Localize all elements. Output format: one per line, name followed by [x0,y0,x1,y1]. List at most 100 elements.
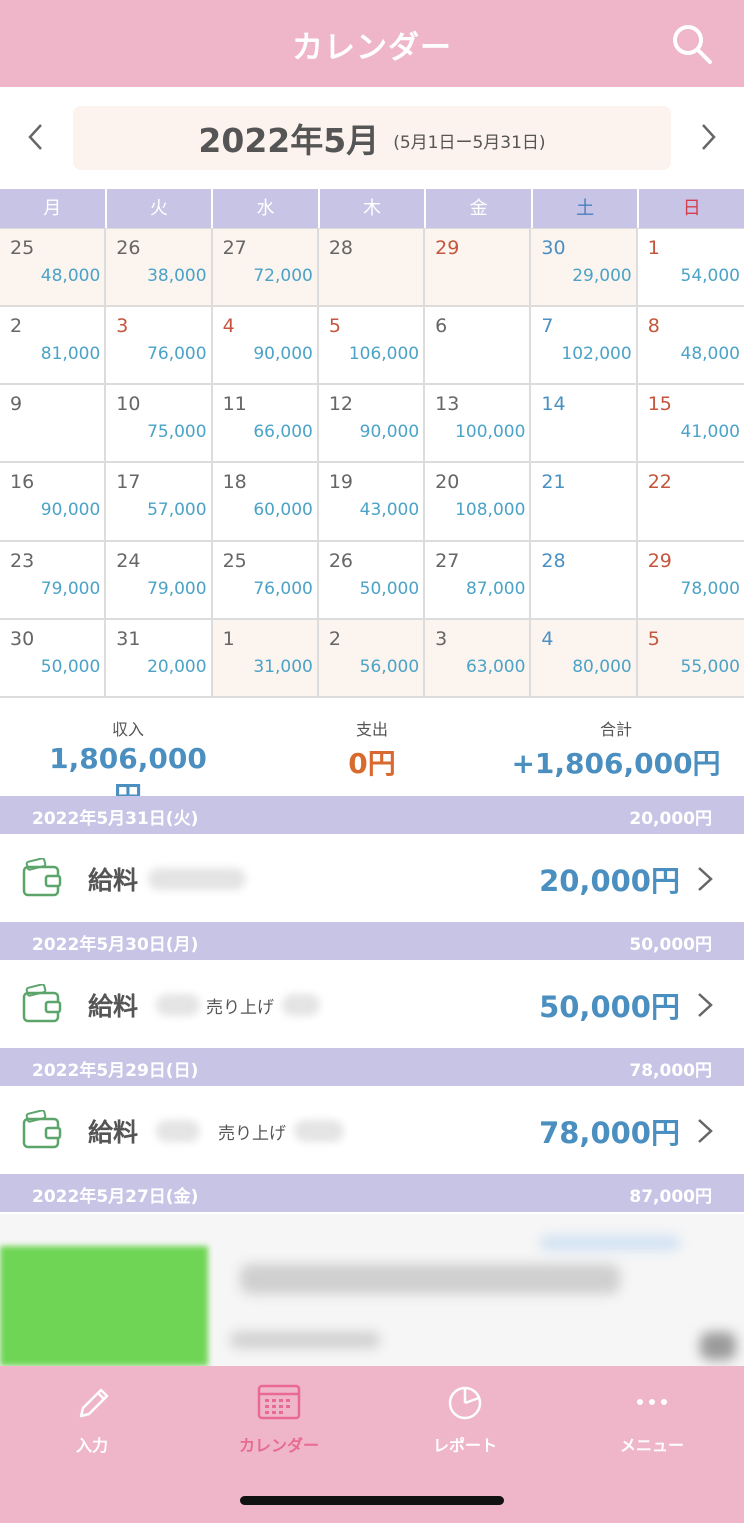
calendar-day-cell[interactable]: 25 76,000 [212,541,319,620]
day-amount: 106,000 [348,344,420,365]
search-button[interactable] [670,22,714,66]
date-section-header: 2022年5月29日(日) 78,000円 [0,1048,744,1086]
section-date: 2022年5月30日(月) [32,935,199,955]
day-number: 25 [222,549,247,572]
month-selector[interactable]: 2022年5月 (5月1日ー5月31日) [73,106,671,170]
tab-label: 入力 [75,1436,108,1455]
weekday-tue: 火 [107,189,214,228]
day-amount: 90,000 [253,344,313,365]
calendar-day-cell[interactable]: 2 56,000 [318,619,426,698]
tab-input[interactable]: 入力 [22,1382,162,1456]
more-dots-icon [637,1399,667,1405]
calendar-day-cell[interactable]: 28 [531,541,638,620]
calendar-day-cell[interactable]: 27 87,000 [425,541,532,620]
calendar-day-cell[interactable]: 23 79,000 [0,541,107,620]
ad-banner[interactable] [0,1214,744,1366]
day-amount: 55,000 [680,656,740,677]
calendar-day-cell[interactable]: 28 [318,229,426,308]
section-date: 2022年5月31日(火) [32,809,199,829]
day-number: 29 [647,549,672,572]
day-amount: 56,000 [359,656,420,677]
calendar-day-cell[interactable]: 22 [637,463,744,542]
day-amount: 57,000 [147,500,207,521]
day-amount: 29,000 [572,266,632,286]
calendar-day-cell[interactable]: 16 90,000 [0,463,107,542]
day-number: 24 [116,549,141,572]
day-amount: 63,000 [465,656,526,677]
day-number: 15 [647,393,672,416]
calendar-day-cell[interactable]: 7 102,000 [531,307,638,386]
wallet-icon [22,1110,62,1149]
transaction-row[interactable]: 給料 売り上げ 50,000円 [0,960,744,1048]
calendar-day-cell[interactable]: 6 [425,307,532,386]
chevron-left-icon [28,124,42,150]
calendar-day-cell[interactable]: 26 38,000 [106,229,213,308]
month-title: 2022年5月 [198,121,380,160]
day-number: 1 [222,627,235,650]
day-number: 26 [328,549,354,572]
day-number: 7 [541,315,554,338]
day-number: 27 [222,237,247,259]
prev-month-button[interactable] [16,117,56,157]
calendar-day-cell[interactable]: 29 [425,229,532,308]
calendar-day-cell[interactable]: 12 90,000 [318,385,426,464]
calendar-day-cell[interactable]: 30 50,000 [0,619,107,698]
calendar-day-cell[interactable]: 24 79,000 [106,541,213,620]
day-number: 10 [116,393,141,416]
section-date: 2022年5月29日(日) [32,1061,199,1081]
day-number: 21 [541,471,566,494]
total-label: 合計 [599,720,632,739]
day-amount: 72,000 [253,266,313,286]
transaction-row[interactable]: 給料 20,000円 [0,834,744,922]
calendar-day-cell[interactable]: 19 43,000 [318,463,426,542]
calendar-day-cell[interactable]: 30 29,000 [531,229,638,308]
transaction-category: 給料 [88,992,139,1021]
month-range: (5月1日ー5月31日) [393,132,546,153]
calendar-day-cell[interactable]: 13 100,000 [425,385,532,464]
weekday-sat: 土 [533,189,640,228]
calendar-day-cell[interactable]: 10 75,000 [106,385,213,464]
day-number: 14 [541,393,566,416]
tab-calendar[interactable]: カレンダー [209,1382,349,1456]
blurred-memo [148,868,246,890]
calendar-day-cell[interactable]: 8 48,000 [637,307,744,386]
tab-report[interactable]: レポート [395,1382,535,1456]
calendar-day-cell[interactable]: 11 66,000 [212,385,319,464]
day-amount: 48,000 [40,266,101,286]
day-amount: 100,000 [455,422,526,443]
calendar-day-cell[interactable]: 25 48,000 [0,229,107,308]
next-month-button[interactable] [688,117,728,157]
calendar-day-cell[interactable]: 1 54,000 [637,229,744,308]
transaction-amount: 78,000円 [539,1116,680,1150]
calendar-day-cell[interactable]: 17 57,000 [106,463,213,542]
day-number: 19 [328,471,354,494]
day-number: 17 [116,471,141,494]
calendar-day-cell[interactable]: 15 41,000 [637,385,744,464]
calendar-day-cell[interactable]: 4 80,000 [531,619,638,698]
calendar-day-cell[interactable]: 27 72,000 [212,229,319,308]
home-indicator[interactable] [240,1496,504,1505]
weekday-wed: 水 [213,189,320,228]
calendar-day-cell[interactable]: 26 50,000 [318,541,426,620]
calendar-day-cell[interactable]: 5 55,000 [637,619,744,698]
transaction-row[interactable]: 給料 売り上げ 78,000円 [0,1086,744,1174]
calendar-day-cell[interactable]: 31 20,000 [106,619,213,698]
calendar-day-cell[interactable]: 5 106,000 [318,307,426,386]
calendar-day-cell[interactable]: 3 63,000 [425,619,532,698]
day-number: 31 [116,627,141,650]
day-amount: 20,000 [147,656,207,677]
calendar-day-cell[interactable]: 21 [531,463,638,542]
calendar-day-cell[interactable]: 29 78,000 [637,541,744,620]
calendar-day-cell[interactable]: 3 76,000 [106,307,213,386]
calendar-day-cell[interactable]: 4 90,000 [212,307,319,386]
calendar-day-cell[interactable]: 20 108,000 [425,463,532,542]
calendar-day-cell[interactable]: 9 [0,385,107,464]
calendar-day-cell[interactable]: 1 31,000 [212,619,319,698]
day-number: 30 [10,627,35,650]
calendar-day-cell[interactable]: 14 [531,385,638,464]
tab-menu[interactable]: メニュー [582,1382,722,1456]
date-section-header: 2022年5月30日(月) 50,000円 [0,922,744,960]
day-amount: 75,000 [147,422,207,443]
calendar-day-cell[interactable]: 18 60,000 [212,463,319,542]
calendar-day-cell[interactable]: 2 81,000 [0,307,107,386]
